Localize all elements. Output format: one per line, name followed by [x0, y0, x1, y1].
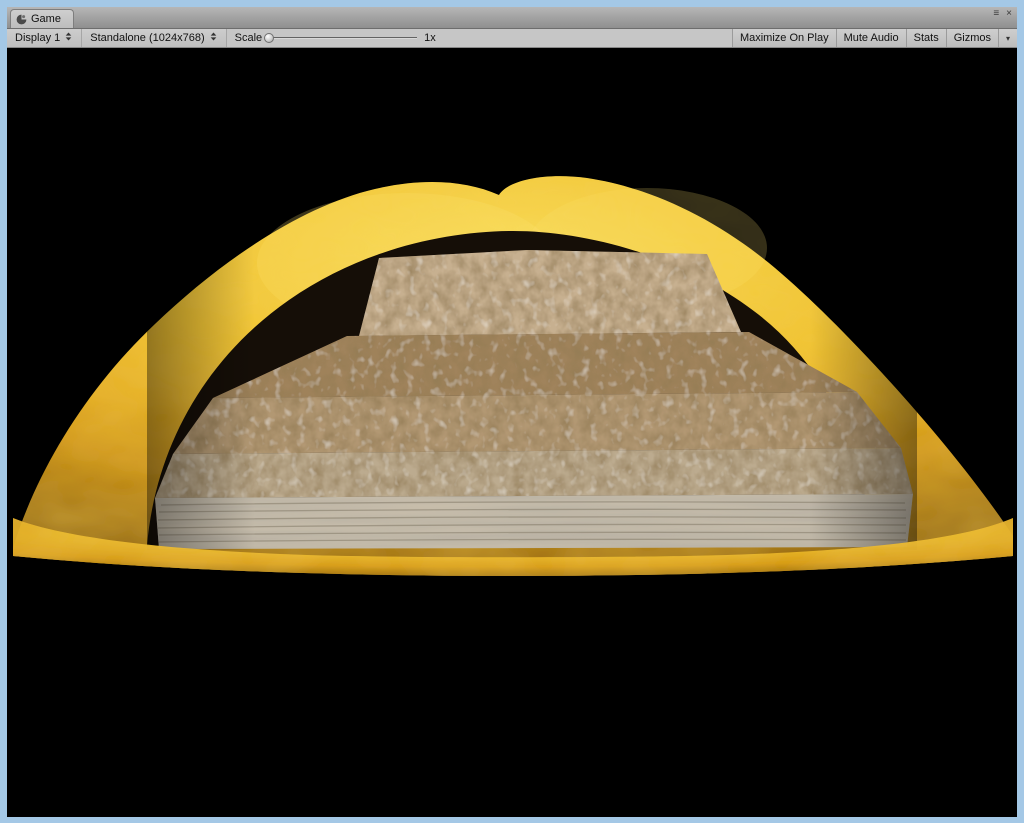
stack-side-shading: [147, 244, 917, 550]
gizmos-dropdown-button[interactable]: Gizmos ▾: [945, 29, 1017, 47]
resolution-dropdown[interactable]: Standalone (1024x768): [82, 29, 227, 47]
maximize-on-play-label: Maximize On Play: [739, 32, 829, 44]
maximize-on-play-button[interactable]: Maximize On Play: [731, 29, 836, 47]
updown-arrows-icon: [210, 32, 217, 44]
scale-slider-knob[interactable]: [264, 33, 275, 43]
game-viewport[interactable]: [7, 48, 1017, 817]
scale-value: 1x: [424, 32, 436, 44]
mute-audio-label: Mute Audio: [843, 32, 899, 44]
mute-audio-button[interactable]: Mute Audio: [835, 29, 906, 47]
display-dropdown[interactable]: Display 1: [7, 29, 83, 47]
tab-bar: Game ≡ ×: [7, 7, 1017, 29]
scale-label: Scale: [234, 32, 263, 44]
scale-control: Scale 1x: [227, 29, 444, 47]
gizmos-separator: [997, 29, 999, 47]
tab-game[interactable]: Game: [10, 9, 74, 28]
tab-label: Game: [31, 13, 61, 25]
scene-3d: [7, 48, 1017, 817]
stats-button[interactable]: Stats: [905, 29, 946, 47]
updown-arrows-icon: [65, 32, 72, 44]
scale-slider-track[interactable]: [264, 33, 418, 43]
slab-stack: [147, 244, 917, 550]
close-icon[interactable]: ×: [1006, 9, 1012, 19]
game-view-icon: [16, 14, 27, 25]
stats-label: Stats: [913, 32, 939, 44]
game-view-toolbar: Display 1 Standalone (1024x768) Scale 1x…: [7, 29, 1017, 48]
unity-game-window: Game ≡ × Display 1 Standalone (1024x768)…: [7, 7, 1017, 817]
resolution-dropdown-value: Standalone (1024x768): [90, 32, 205, 44]
window-menu-icon[interactable]: ≡: [993, 9, 999, 19]
display-dropdown-value: Display 1: [15, 32, 61, 44]
window-controls: ≡ ×: [993, 9, 1012, 19]
gizmos-label: Gizmos: [953, 32, 991, 44]
chevron-down-icon: ▾: [1005, 33, 1010, 43]
